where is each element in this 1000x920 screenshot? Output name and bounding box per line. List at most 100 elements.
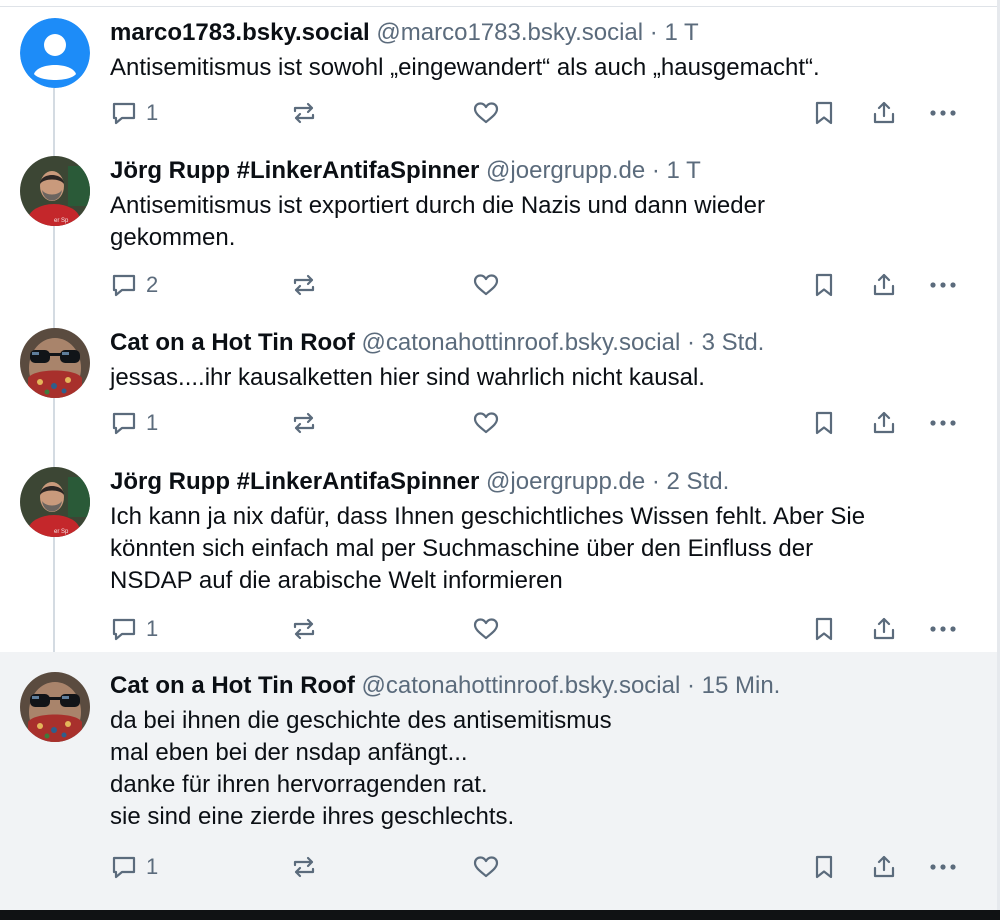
repost-icon: [293, 412, 315, 434]
author-name[interactable]: Jörg Rupp #LinkerAntifaSpinner: [110, 157, 479, 184]
author-name[interactable]: marco1783.bsky.social: [110, 19, 370, 46]
default-person-avatar-icon: [20, 18, 90, 88]
avatar[interactable]: [20, 18, 90, 88]
like-button[interactable]: [472, 268, 500, 302]
share-button[interactable]: [870, 268, 898, 302]
post-header: marco1783.bsky.social @marco1783.bsky.so…: [110, 18, 957, 48]
post[interactable]: er Sp Jörg Rupp #LinkerAntifaSpinner @jo…: [0, 150, 997, 322]
reply-icon: [112, 412, 136, 435]
reply-button[interactable]: 1: [110, 850, 158, 884]
repost-button[interactable]: [290, 612, 318, 646]
post-header: Cat on a Hot Tin Roof @catonahottinroof.…: [110, 328, 957, 358]
like-icon: [473, 274, 499, 296]
post-highlighted[interactable]: Cat on a Hot Tin Roof @catonahottinroof.…: [0, 652, 997, 910]
avatar[interactable]: er Sp: [20, 467, 90, 537]
post-actions: 2: [110, 268, 957, 302]
more-icon: [930, 864, 956, 870]
share-button[interactable]: [870, 96, 898, 130]
avatar[interactable]: [20, 672, 90, 742]
timestamp[interactable]: 1 T: [664, 19, 698, 46]
author-handle[interactable]: @catonahottinroof.bsky.social: [362, 672, 681, 699]
author-name[interactable]: Jörg Rupp #LinkerAntifaSpinner: [110, 468, 479, 495]
timestamp[interactable]: 1 T: [667, 157, 701, 184]
bookmark-button[interactable]: [810, 612, 838, 646]
share-button[interactable]: [870, 850, 898, 884]
more-button[interactable]: [928, 612, 958, 646]
reply-count: 1: [146, 616, 159, 641]
post-text: jessas....ihr kausalketten hier sind wah…: [110, 364, 705, 391]
share-icon: [873, 411, 895, 434]
author-handle[interactable]: @joergrupp.de: [486, 468, 645, 495]
post-content: marco1783.bsky.social @marco1783.bsky.so…: [110, 18, 957, 84]
more-button[interactable]: [928, 850, 958, 884]
more-icon: [930, 626, 956, 632]
like-button[interactable]: [472, 850, 500, 884]
separator: ·: [686, 329, 695, 356]
bookmark-button[interactable]: [810, 406, 838, 440]
timestamp[interactable]: 2 Std.: [667, 468, 730, 495]
reply-icon: [112, 102, 136, 125]
like-icon: [473, 618, 499, 640]
bookmark-button[interactable]: [810, 850, 838, 884]
more-icon: [930, 110, 956, 116]
more-button[interactable]: [928, 268, 958, 302]
separator: ·: [651, 157, 660, 184]
post[interactable]: Cat on a Hot Tin Roof @catonahottinroof.…: [0, 322, 997, 462]
repost-icon: [293, 274, 315, 296]
reply-button[interactable]: 1: [110, 612, 158, 646]
reply-count: 1: [146, 854, 159, 879]
timestamp[interactable]: 15 Min.: [702, 672, 781, 699]
reply-button[interactable]: 2: [110, 268, 158, 302]
share-button[interactable]: [870, 406, 898, 440]
like-button[interactable]: [472, 96, 500, 130]
timestamp[interactable]: 3 Std.: [702, 329, 765, 356]
author-handle[interactable]: @joergrupp.de: [486, 157, 645, 184]
reply-count: 1: [146, 100, 159, 125]
reply-count: 2: [146, 272, 159, 297]
like-button[interactable]: [472, 406, 500, 440]
post[interactable]: marco1783.bsky.social @marco1783.bsky.so…: [0, 0, 997, 150]
repost-icon: [293, 102, 315, 124]
bookmark-icon: [815, 273, 833, 297]
separator: ·: [651, 468, 660, 495]
reply-button[interactable]: 1: [110, 96, 158, 130]
bearded-man-photo-icon: er Sp: [20, 156, 90, 226]
bookmark-button[interactable]: [810, 96, 838, 130]
repost-button[interactable]: [290, 850, 318, 884]
post[interactable]: er Sp Jörg Rupp #LinkerAntifaSpinner @jo…: [0, 462, 997, 652]
separator: ·: [686, 672, 695, 699]
share-icon: [873, 101, 895, 124]
bookmark-icon: [815, 101, 833, 125]
share-icon: [873, 855, 895, 878]
reply-count: 1: [146, 410, 159, 435]
post-actions: 1: [110, 96, 957, 130]
like-button[interactable]: [472, 612, 500, 646]
share-button[interactable]: [870, 612, 898, 646]
sunglasses-mask-photo-icon: [20, 328, 90, 398]
reply-icon: [112, 856, 136, 879]
reply-button[interactable]: 1: [110, 406, 158, 440]
author-handle[interactable]: @marco1783.bsky.social: [376, 19, 643, 46]
repost-icon: [293, 856, 315, 878]
avatar[interactable]: er Sp: [20, 156, 90, 226]
separator: ·: [649, 19, 658, 46]
repost-button[interactable]: [290, 96, 318, 130]
like-icon: [473, 102, 499, 124]
bookmark-icon: [815, 411, 833, 435]
avatar[interactable]: [20, 328, 90, 398]
bookmark-icon: [815, 855, 833, 879]
post-content: Cat on a Hot Tin Roof @catonahottinroof.…: [110, 328, 957, 394]
like-icon: [473, 412, 499, 434]
bookmark-button[interactable]: [810, 268, 838, 302]
repost-icon: [293, 618, 315, 640]
repost-button[interactable]: [290, 268, 318, 302]
more-button[interactable]: [928, 406, 958, 440]
author-name[interactable]: Cat on a Hot Tin Roof: [110, 672, 355, 699]
author-name[interactable]: Cat on a Hot Tin Roof: [110, 329, 355, 356]
repost-button[interactable]: [290, 406, 318, 440]
more-icon: [930, 420, 956, 426]
more-button[interactable]: [928, 96, 958, 130]
post-text: Antisemitismus ist sowohl „eingewandert“…: [110, 54, 820, 81]
author-handle[interactable]: @catonahottinroof.bsky.social: [362, 329, 681, 356]
share-icon: [873, 617, 895, 640]
